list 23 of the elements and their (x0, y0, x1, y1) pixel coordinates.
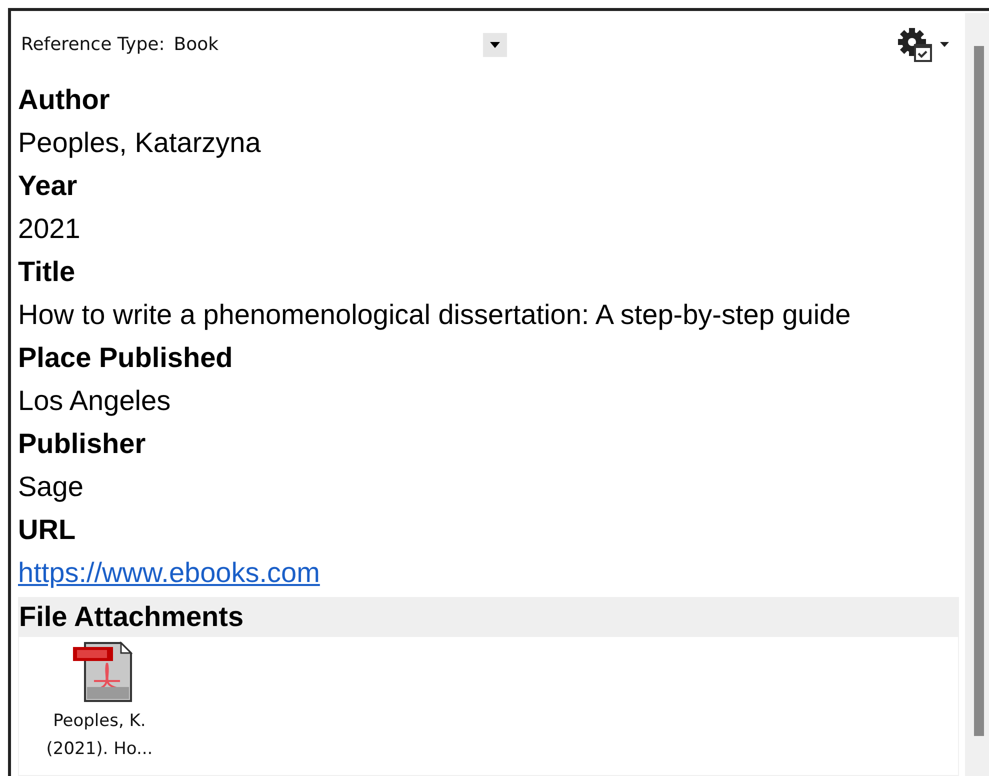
settings-icon (898, 26, 932, 62)
field-value: 2021 (18, 213, 80, 244)
field-value: Los Angeles (18, 385, 171, 416)
field-value: Peoples, Katarzyna (18, 127, 261, 158)
field-value: How to write a phenomenological dissertation: A step-by-step guide (18, 299, 851, 330)
reference-type-dropdown[interactable] (482, 32, 507, 56)
scrollbar[interactable] (965, 13, 989, 776)
caret-icon (940, 42, 949, 47)
settings-menu-button[interactable] (898, 26, 949, 62)
field-label: Title (18, 255, 76, 289)
field-label: Author (18, 83, 111, 117)
field-label: Publisher (18, 427, 147, 461)
field-label: Place Published (18, 341, 234, 375)
section-header: File Attachments (18, 597, 959, 637)
file-name: Peoples, K. (2021). Ho... (45, 710, 154, 761)
scrollbar-thumb[interactable] (974, 46, 984, 736)
reference-type-value: Book (174, 34, 219, 55)
field-label: Year (18, 169, 78, 203)
reference-type-label: Reference Type: (21, 34, 165, 55)
caret-icon (490, 42, 500, 48)
field-label: URL (18, 513, 77, 547)
url-link[interactable]: https://www.ebooks.com (18, 557, 320, 588)
field-value: Sage (18, 471, 84, 502)
